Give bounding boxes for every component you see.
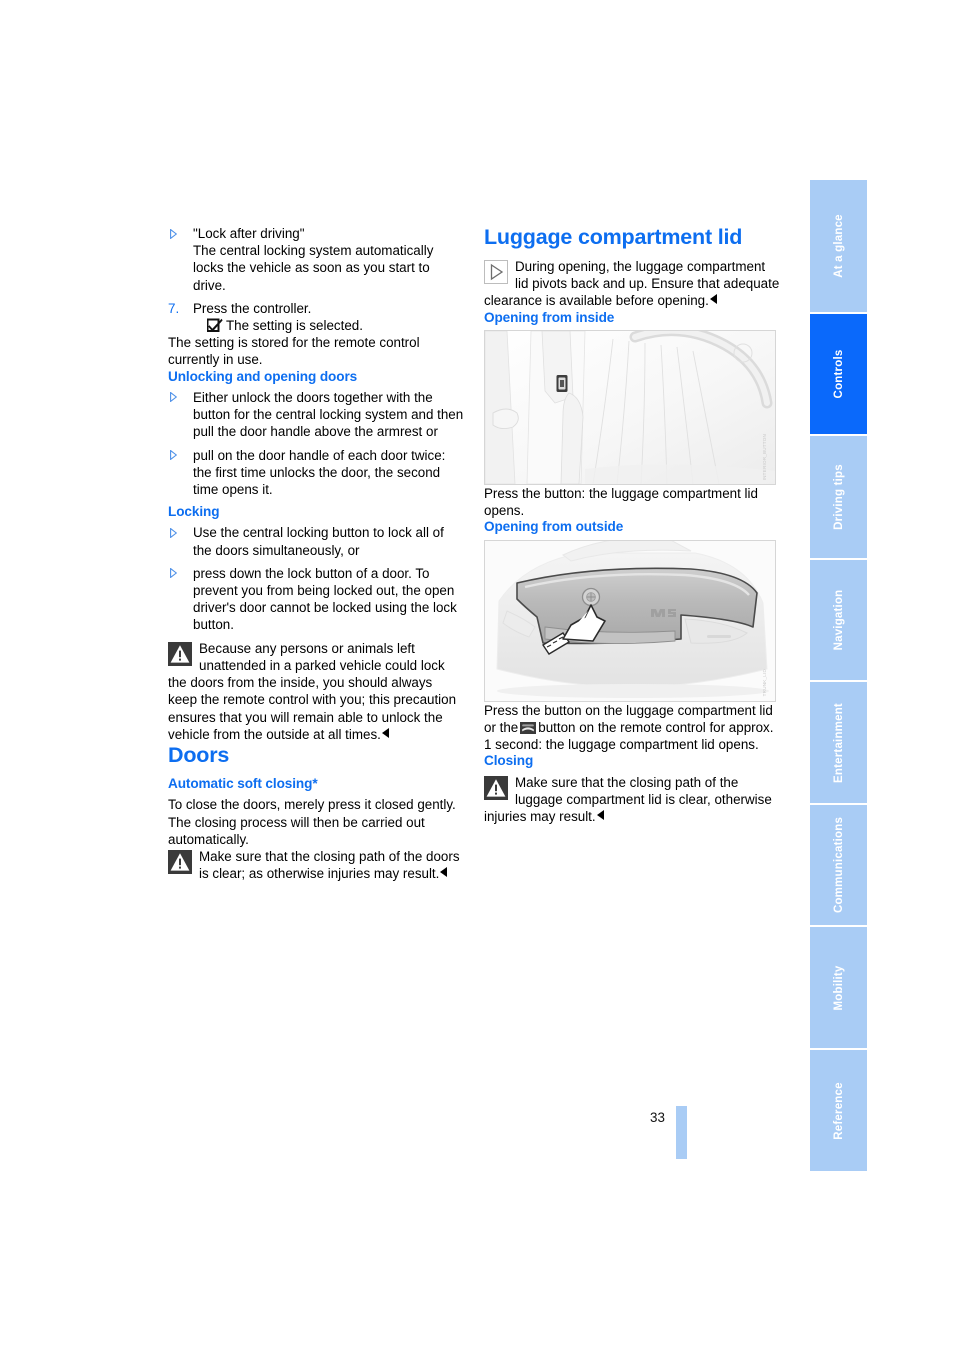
note-luggage-opening: During opening, the luggage compartment …: [484, 258, 780, 310]
heading-opening-from-outside: Opening from outside: [484, 519, 624, 535]
figure-opening-from-inside: INTERIOR_BUTTON: [484, 330, 776, 485]
step-result-text: The setting is selected.: [226, 318, 363, 334]
manual-page: "Lock after driving" The central locking…: [0, 0, 954, 1351]
bullet-text: Use the central locking button to lock a…: [193, 525, 444, 558]
tab-label: Mobility: [832, 964, 845, 1011]
step-7: 7. Press the controller. The setting is …: [168, 300, 464, 334]
triangle-bullet-icon: [170, 527, 177, 538]
triangle-bullet-icon: [170, 392, 177, 403]
heading-opening-from-inside: Opening from inside: [484, 309, 615, 325]
checkbox-check-icon: [206, 318, 223, 333]
figure-code: TRUNK_LID: [761, 669, 767, 697]
warning-triangle-icon: [168, 641, 192, 666]
end-of-notice-arrow-icon: [440, 867, 448, 878]
warning-text: Because any persons or animals left unat…: [168, 640, 457, 742]
triangle-bullet-icon: [170, 228, 177, 239]
bullet-press-lock-button: press down the lock button of a door. To…: [168, 565, 464, 634]
tab-reference[interactable]: Reference: [810, 1050, 867, 1171]
warning-text: Make sure that the closing path of the l…: [484, 774, 772, 825]
page-marker-bar: [676, 1106, 687, 1159]
tab-label: Reference: [832, 1081, 845, 1140]
tab-mobility[interactable]: Mobility: [810, 927, 867, 1048]
warning-locking: Because any persons or animals left unat…: [168, 640, 464, 743]
triangle-bullet-icon: [170, 450, 177, 461]
heading-automatic-soft-closing: Automatic soft closing*: [168, 775, 318, 791]
bullet-central-locking-button: Use the central locking button to lock a…: [168, 524, 464, 558]
trunk-lid-icon: [520, 721, 537, 734]
opening-inside-text: Press the button: the luggage compartmen…: [484, 486, 758, 519]
warning-closing: Make sure that the closing path of the l…: [484, 774, 780, 826]
tab-label: Entertainment: [832, 702, 845, 783]
end-of-notice-arrow-icon: [709, 294, 717, 305]
bullet-body: The central locking system automatically…: [193, 243, 434, 293]
bullet-pull-handle-twice: pull on the door handle of each door twi…: [168, 447, 464, 499]
soft-closing-text: To close the doors, merely press it clos…: [168, 797, 456, 847]
tab-communications[interactable]: Communications: [810, 805, 867, 925]
tab-navigation[interactable]: Navigation: [810, 560, 867, 680]
chapter-tab-rail: At a glance Controls Driving tips Naviga…: [810, 180, 867, 1173]
end-of-notice-arrow-icon: [381, 727, 389, 738]
bullet-text: pull on the door handle of each door twi…: [193, 447, 446, 497]
tab-label: Controls: [832, 349, 845, 399]
heading-luggage-compartment-lid: Luggage compartment lid: [484, 225, 743, 249]
figure-opening-from-outside: TRUNK_LID: [484, 539, 776, 702]
end-of-notice-arrow-icon: [596, 810, 604, 821]
figure-code: INTERIOR_BUTTON: [761, 433, 767, 480]
step-result-line: The setting is selected.: [193, 317, 464, 334]
right-column: Luggage compartment lid During opening, …: [484, 225, 780, 825]
heading-doors: Doors: [168, 742, 230, 767]
triangle-bullet-icon: [170, 568, 177, 579]
tab-label: Driving tips: [832, 464, 845, 530]
left-column: "Lock after driving" The central locking…: [168, 225, 464, 882]
warning-text: Make sure that the closing path of the d…: [199, 848, 460, 882]
warning-triangle-icon: [484, 775, 508, 800]
tab-label: Navigation: [832, 589, 845, 651]
opening-outside-text: Press the button on the luggage compartm…: [484, 702, 780, 754]
heading-closing: Closing: [484, 753, 534, 769]
note-text: During opening, the luggage compartment …: [484, 259, 780, 309]
bullet-title: "Lock after driving": [193, 226, 305, 241]
tab-controls[interactable]: Controls: [810, 314, 867, 434]
bullet-lock-after-driving: "Lock after driving" The central locking…: [168, 225, 464, 294]
tab-driving-tips[interactable]: Driving tips: [810, 436, 867, 558]
tab-label: Communications: [832, 816, 845, 914]
heading-unlocking-and-opening-doors: Unlocking and opening doors: [168, 368, 358, 384]
stored-note: The setting is stored for the remote con…: [168, 335, 420, 368]
bullet-text: press down the lock button of a door. To…: [193, 565, 457, 633]
bullet-unlock-together: Either unlock the doors together with th…: [168, 389, 464, 441]
note-triangle-outline-icon: [484, 260, 508, 285]
tab-entertainment[interactable]: Entertainment: [810, 682, 867, 803]
page-number: 33: [650, 1110, 665, 1125]
step-number: 7.: [168, 300, 180, 316]
step-text: Press the controller.: [193, 300, 312, 316]
heading-locking: Locking: [168, 504, 220, 520]
bullet-text: Either unlock the doors together with th…: [193, 389, 464, 440]
tab-at-a-glance[interactable]: At a glance: [810, 180, 867, 312]
warning-triangle-icon: [168, 849, 192, 874]
tab-label: At a glance: [832, 214, 845, 278]
warning-soft-closing: Make sure that the closing path of the d…: [168, 848, 464, 882]
